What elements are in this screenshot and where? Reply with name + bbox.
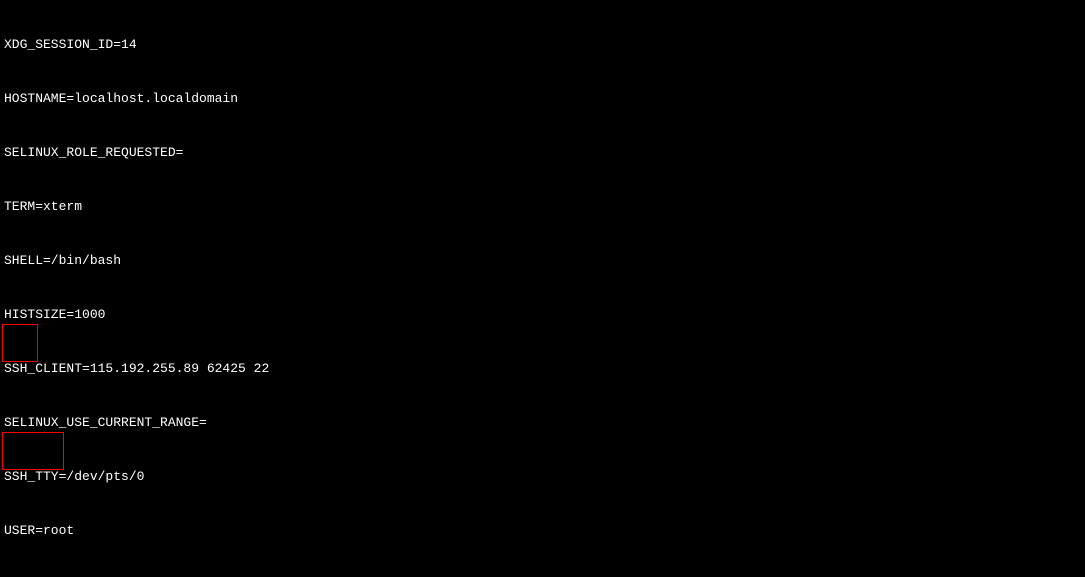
env-line: SELINUX_USE_CURRENT_RANGE= xyxy=(4,414,1085,432)
env-line: SSH_CLIENT=115.192.255.89 62425 22 xyxy=(4,360,1085,378)
terminal-output[interactable]: XDG_SESSION_ID=14 HOSTNAME=localhost.loc… xyxy=(0,0,1085,577)
env-line: SSH_TTY=/dev/pts/0 xyxy=(4,468,1085,486)
env-line: SHELL=/bin/bash xyxy=(4,252,1085,270)
home-logname-highlight xyxy=(2,432,64,470)
env-line: HOSTNAME=localhost.localdomain xyxy=(4,90,1085,108)
path-pwd-highlight xyxy=(2,324,38,362)
env-line: SELINUX_ROLE_REQUESTED= xyxy=(4,144,1085,162)
env-line: USER=root xyxy=(4,522,1085,540)
env-line: TERM=xterm xyxy=(4,198,1085,216)
env-line: HISTSIZE=1000 xyxy=(4,306,1085,324)
env-line: XDG_SESSION_ID=14 xyxy=(4,36,1085,54)
